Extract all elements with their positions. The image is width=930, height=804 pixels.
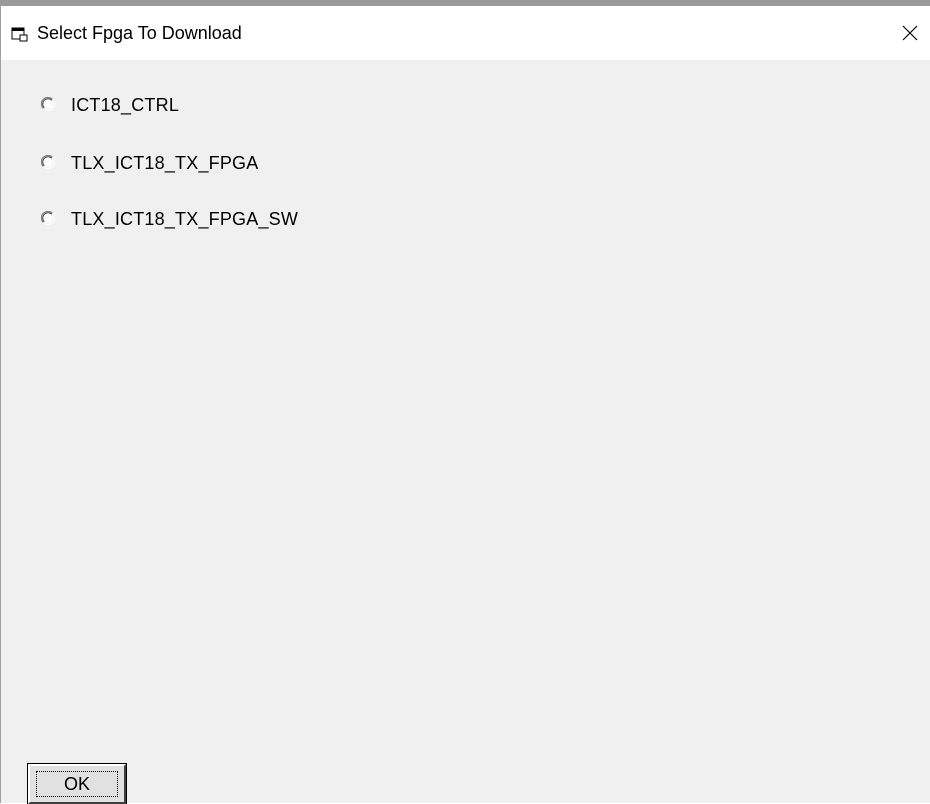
radio-option-tlx-ict18-tx-fpga[interactable]: TLX_ICT18_TX_FPGA	[31, 149, 258, 177]
radio-option-ict18-ctrl[interactable]: ICT18_CTRL	[31, 91, 179, 119]
radio-label: TLX_ICT18_TX_FPGA_SW	[71, 208, 299, 229]
dialog-window: Select Fpga To Download ICT18_CTRL TLX_I…	[0, 0, 930, 804]
window-title: Select Fpga To Download	[37, 23, 242, 43]
radio-label: TLX_ICT18_TX_FPGA	[71, 152, 259, 173]
radio-unchecked-icon[interactable]	[40, 96, 57, 113]
ok-button[interactable]: OK	[27, 763, 127, 804]
close-icon	[902, 25, 918, 41]
radio-unchecked-icon[interactable]	[40, 210, 57, 227]
radio-option-tlx-ict18-tx-fpga-sw[interactable]: TLX_ICT18_TX_FPGA_SW	[31, 205, 298, 233]
radio-unchecked-icon[interactable]	[40, 154, 57, 171]
close-button[interactable]	[890, 10, 930, 56]
dialog-client-area: ICT18_CTRL TLX_ICT18_TX_FPGA TLX_ICT18_T…	[1, 60, 930, 804]
title-bar[interactable]: Select Fpga To Download	[1, 6, 930, 60]
app-window-icon[interactable]	[11, 26, 29, 42]
ok-button-label: OK	[36, 771, 118, 797]
radio-label: ICT18_CTRL	[71, 94, 180, 115]
